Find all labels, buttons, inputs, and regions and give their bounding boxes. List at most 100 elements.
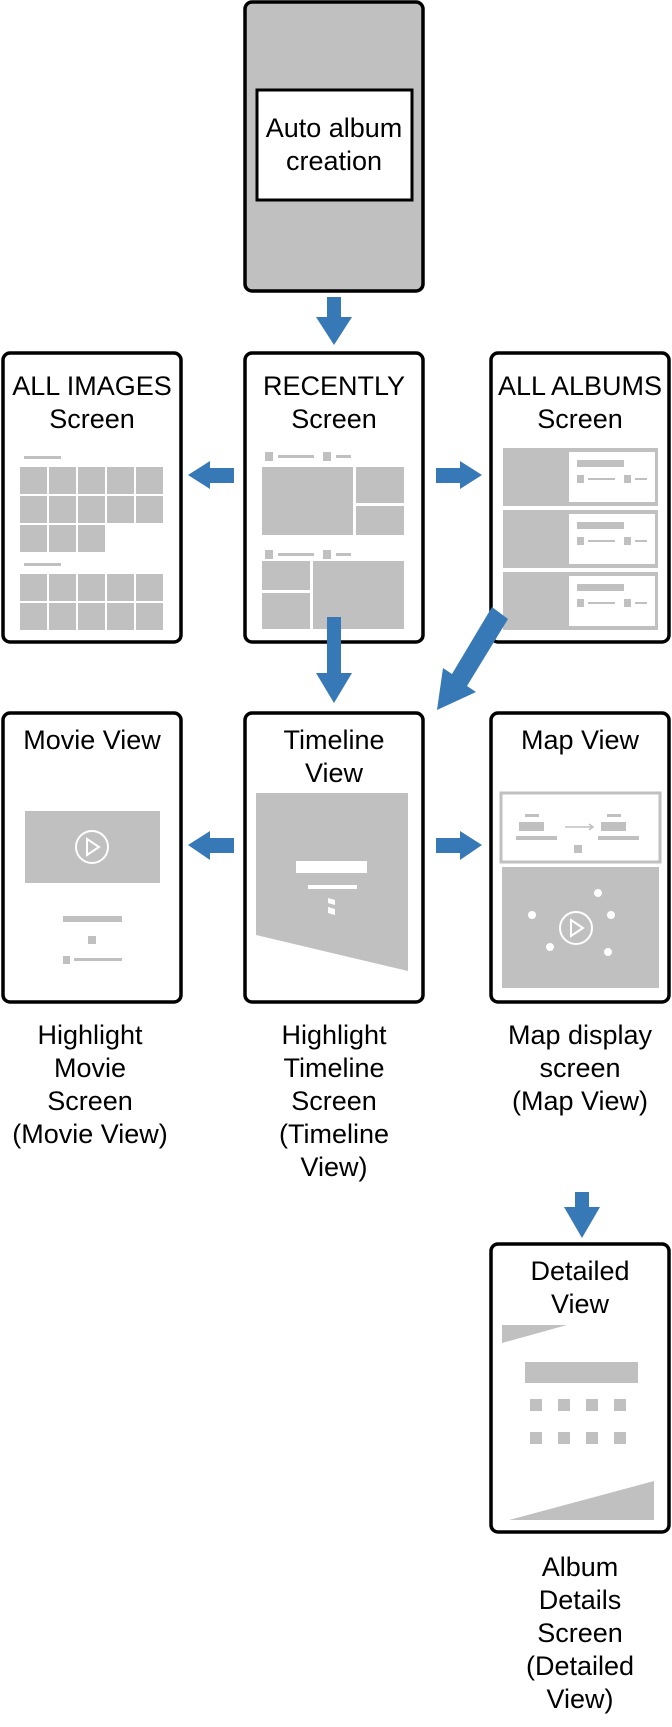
recently-title-line-1: RECENTLY: [263, 371, 405, 401]
thumbnail-placeholder: [107, 603, 134, 630]
photo-placeholder: [262, 593, 310, 629]
detailed-view-caption: Album Details Screen (Detailed View): [526, 1552, 634, 1714]
map-pin-icon: [607, 911, 615, 919]
arrow-right-icon: [436, 831, 482, 860]
caption-line: (Timeline: [279, 1119, 389, 1149]
thumbnail-placeholder: [20, 525, 47, 552]
section-header-icon: [265, 452, 273, 461]
small-square-placeholder: [63, 956, 70, 964]
recently-title-line-2: Screen: [291, 404, 377, 434]
movie-view-caption: Highlight Movie Screen (Movie View): [12, 1020, 168, 1149]
thumbnail-placeholder: [136, 603, 163, 630]
caption-line: Highlight: [281, 1020, 387, 1050]
section-header-icon: [323, 550, 331, 559]
album-meta-line: [635, 602, 647, 604]
caption-line: Map display: [508, 1020, 653, 1050]
map-pin-icon: [594, 889, 602, 897]
thumbnail-placeholder: [78, 603, 105, 630]
thumbnail-placeholder: [49, 603, 76, 630]
map-view-screen: Map View: [489, 711, 671, 1004]
all-albums-screen: ALL ALBUMS Screen: [489, 351, 671, 644]
album-list: [503, 448, 658, 630]
detail-square-placeholder: [586, 1399, 598, 1411]
detailed-view-screen: Detailed View: [489, 1242, 671, 1534]
movie-view-title: Movie View: [23, 725, 161, 755]
all-images-title-line-2: Screen: [49, 404, 135, 434]
text-line-placeholder: [525, 814, 539, 817]
detail-square-placeholder: [530, 1432, 542, 1444]
album-title-placeholder: [577, 522, 624, 529]
destination-label-placeholder: [601, 822, 626, 831]
section-header-icon: [265, 550, 273, 559]
arrow-diagonal-icon: [437, 607, 508, 710]
thumbnail-placeholder: [107, 496, 134, 523]
thumbnail-placeholder: [136, 496, 163, 523]
thumbnail-placeholder: [20, 467, 47, 494]
text-line-placeholder: [74, 958, 122, 961]
section-header-line: [24, 456, 61, 459]
root-node: Auto album creation: [243, 0, 425, 293]
map-view-caption: Map display screen (Map View): [508, 1020, 653, 1116]
caption-line: Timeline: [283, 1053, 384, 1083]
thumbnail-placeholder: [20, 496, 47, 523]
timeline-view-screen: Timeline View: [243, 711, 425, 1004]
album-meta-icon: [624, 599, 631, 607]
album-title-placeholder: [577, 584, 624, 591]
album-meta-icon: [624, 475, 631, 483]
photo-placeholder: [356, 467, 404, 503]
video-placeholder: [25, 811, 160, 883]
map-pin-icon: [604, 948, 612, 956]
album-meta-line: [588, 602, 615, 604]
caption-line: Details: [539, 1585, 622, 1615]
detail-square-placeholder: [614, 1432, 626, 1444]
thumbnail-placeholder: [49, 496, 76, 523]
arrow-left-icon: [188, 831, 234, 860]
album-meta-line: [588, 478, 615, 480]
section-header-line: [336, 455, 351, 458]
text-line-placeholder: [516, 836, 557, 840]
caption-line: Screen: [291, 1086, 377, 1116]
thumbnail-placeholder: [107, 467, 134, 494]
text-line-placeholder: [598, 836, 639, 840]
caption-line: View): [300, 1152, 367, 1182]
thumbnail-placeholder: [20, 574, 47, 601]
title-bar-placeholder: [296, 861, 367, 873]
album-meta-line: [588, 540, 615, 542]
album-meta-icon: [577, 599, 584, 607]
all-albums-title-line-1: ALL ALBUMS: [498, 371, 662, 401]
root-label-line-1: Auto album: [266, 113, 403, 143]
thumbnail-placeholder: [136, 467, 163, 494]
album-meta-icon: [577, 537, 584, 545]
section-header-line: [24, 563, 61, 566]
album-meta-icon: [577, 475, 584, 483]
thumbnail-placeholder: [107, 574, 134, 601]
thumbnail-placeholder: [20, 603, 47, 630]
thumbnail-placeholder: [78, 496, 105, 523]
thumbnail-placeholder: [78, 574, 105, 601]
detail-square-placeholder: [530, 1399, 542, 1411]
section-header-line: [278, 455, 314, 458]
caption-line: screen: [539, 1053, 620, 1083]
caption-line: View): [546, 1684, 613, 1714]
timeline-view-title-line-1: Timeline: [283, 725, 384, 755]
screen-flow-diagram: Auto album creation ALL IMAGES Screen RE…: [1, 0, 671, 1714]
caption-line: Screen: [537, 1618, 623, 1648]
movie-view-screen: Movie View: [1, 711, 183, 1004]
timeline-view-caption: Highlight Timeline Screen (Timeline View…: [279, 1020, 389, 1182]
recently-screen: RECENTLY Screen: [243, 351, 425, 644]
thumbnail-placeholder: [49, 525, 76, 552]
origin-label-placeholder: [519, 822, 544, 831]
thumbnail-placeholder: [78, 525, 105, 552]
photo-placeholder: [356, 506, 404, 535]
arrow-right-icon: [436, 461, 482, 489]
caption-line: Album: [542, 1552, 619, 1582]
text-line-placeholder: [607, 814, 621, 817]
map-pin-icon: [546, 943, 554, 951]
arrow-down-icon: [564, 1192, 600, 1238]
album-title-placeholder: [577, 460, 624, 467]
map-pin-icon: [528, 911, 536, 919]
small-square-placeholder: [574, 845, 582, 853]
all-images-title-line-1: ALL IMAGES: [12, 371, 172, 401]
timeline-view-title-line-2: View: [305, 758, 364, 788]
photo-placeholder: [262, 561, 310, 590]
